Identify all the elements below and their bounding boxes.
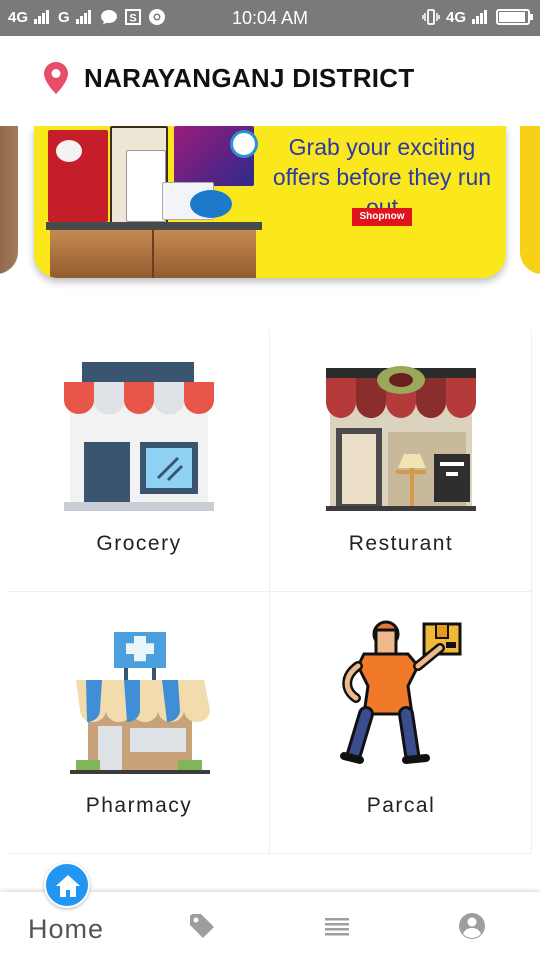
previous-banner-card[interactable] — [0, 126, 18, 274]
shelf-divider — [152, 230, 154, 278]
product-image — [126, 150, 166, 222]
next-banner-card[interactable] — [520, 126, 540, 274]
tag-icon[interactable] — [188, 912, 216, 940]
category-grid: Grocery Resturant Pharmacy Parcal — [8, 330, 532, 854]
nav-home-button[interactable] — [44, 862, 90, 908]
location-header[interactable]: NARAYANGANJ DISTRICT — [0, 36, 540, 126]
offer-carousel[interactable]: Grab your exciting offers before they ru… — [0, 126, 540, 296]
list-icon[interactable] — [324, 912, 350, 940]
home-icon — [56, 875, 80, 897]
battery-icon — [496, 9, 533, 25]
category-label: Parcal — [366, 794, 436, 817]
product-image — [190, 190, 232, 218]
status-bar: 4G G S 10:04 AM 4G — [0, 0, 540, 36]
restaurant-icon — [326, 366, 476, 511]
category-label: Pharmacy — [85, 794, 193, 817]
category-parcel[interactable]: Parcal — [270, 592, 532, 854]
signal-strength-3-icon — [472, 10, 490, 24]
grocery-store-icon — [64, 362, 214, 511]
category-label: Resturant — [348, 532, 454, 555]
network-type-3: 4G — [445, 8, 466, 26]
shop-now-button[interactable]: Shopnow — [352, 208, 412, 226]
location-pin-icon — [44, 62, 68, 94]
account-icon[interactable] — [458, 912, 486, 940]
category-grocery[interactable]: Grocery — [8, 330, 270, 592]
category-label: Grocery — [96, 532, 182, 555]
product-image — [230, 130, 258, 158]
vibrate-icon — [422, 9, 440, 25]
offer-banner[interactable]: Grab your exciting offers before they ru… — [34, 126, 506, 278]
parcel-courier-icon — [340, 620, 462, 764]
pharmacy-icon — [70, 632, 210, 774]
nav-home-label[interactable]: Home — [28, 914, 104, 945]
category-pharmacy[interactable]: Pharmacy — [8, 592, 270, 854]
status-bar-right: 4G — [422, 8, 533, 26]
category-restaurant[interactable]: Resturant — [270, 330, 532, 592]
shelf-top — [46, 222, 262, 230]
location-title: NARAYANGANJ DISTRICT — [84, 63, 415, 93]
product-image — [56, 140, 82, 162]
